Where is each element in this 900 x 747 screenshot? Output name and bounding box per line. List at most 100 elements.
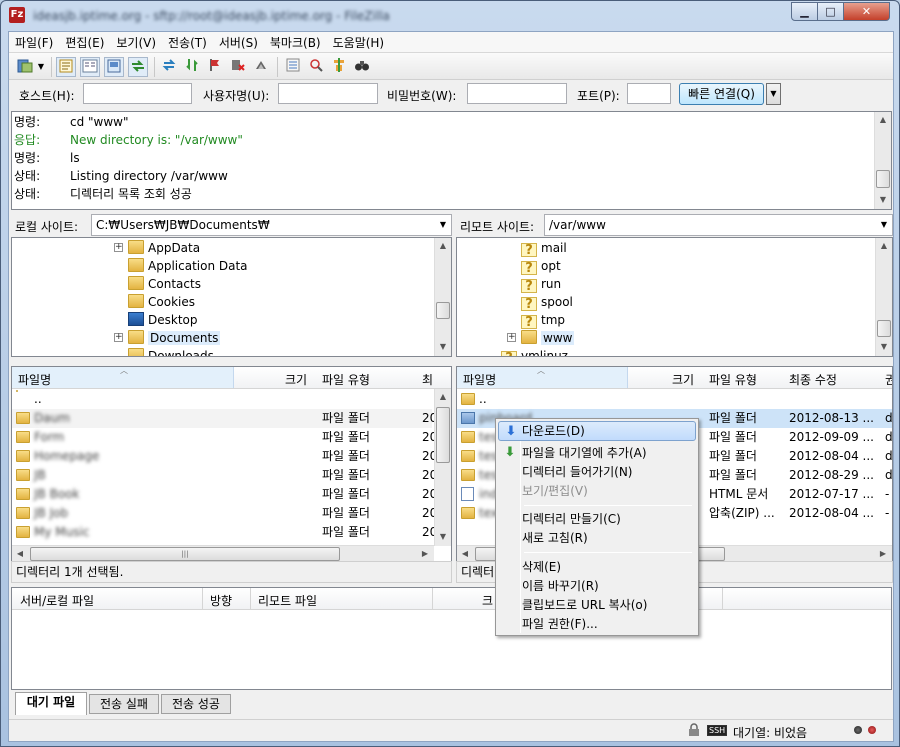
tab-queued-files[interactable]: 대기 파일 (15, 692, 87, 715)
expand-icon[interactable]: + (507, 333, 516, 342)
password-input[interactable] (467, 83, 567, 104)
directory-listing-filter-icon[interactable] (283, 57, 303, 77)
file-row[interactable]: .. (457, 390, 892, 409)
tab-failed-transfers[interactable]: 전송 실패 (89, 694, 159, 714)
scroll-left-icon[interactable]: ◀ (457, 546, 473, 561)
scroll-down-icon[interactable]: ▼ (876, 339, 892, 355)
port-input[interactable] (627, 83, 671, 104)
scroll-left-icon[interactable]: ◀ (12, 546, 28, 561)
scroll-thumb[interactable] (436, 302, 450, 319)
menu-item-copy-url[interactable]: 클립보드로 URL 복사(o) (498, 595, 696, 615)
scroll-up-icon[interactable]: ▲ (875, 112, 891, 128)
menu-item-delete[interactable]: 삭제(E) (498, 557, 696, 577)
tree-item[interactable]: + www (507, 329, 575, 347)
menu-item-create-directory[interactable]: 디렉터리 만들기(C) (498, 509, 696, 529)
scroll-down-icon[interactable]: ▼ (875, 192, 891, 208)
menu-item-download[interactable]: ⬇ 다운로드(D) (498, 421, 696, 441)
scroll-down-icon[interactable]: ▼ (435, 339, 451, 355)
tree-item[interactable]: ? tmp (521, 311, 565, 330)
menu-bookmarks[interactable]: 북마크(B) (264, 32, 327, 53)
file-row[interactable]: My Music 파일 폴더 20 (12, 523, 437, 542)
site-manager-dropdown-icon[interactable]: ▼ (35, 57, 47, 77)
column-size[interactable]: 크기 (285, 371, 307, 388)
column-server-local-file[interactable]: 서버/로컬 파일 (20, 592, 94, 609)
file-row[interactable]: JB 파일 폴더 20 (12, 466, 437, 485)
transfer-queue-toggle-icon[interactable] (128, 57, 148, 77)
scroll-thumb[interactable] (877, 320, 891, 337)
tree-item[interactable]: Contacts (128, 275, 201, 293)
tree-item[interactable]: Cookies (128, 293, 195, 311)
local-path-dropdown-icon[interactable]: ▼ (435, 215, 451, 235)
scroll-right-icon[interactable]: ▶ (875, 546, 891, 561)
maximize-button[interactable]: □ (817, 2, 844, 21)
host-input[interactable] (83, 83, 192, 104)
scroll-right-icon[interactable]: ▶ (417, 546, 433, 561)
remote-tree-scrollbar[interactable]: ▲ ▼ (875, 238, 892, 356)
quickconnect-button[interactable]: 빠른 연결(Q) (679, 83, 764, 105)
expand-icon[interactable]: + (114, 333, 123, 342)
tree-item[interactable]: Downloads (128, 347, 214, 356)
scroll-up-icon[interactable]: ▲ (435, 238, 451, 254)
tree-item[interactable]: ? vmlinuz (501, 347, 568, 356)
quickconnect-dropdown[interactable]: ▼ (766, 83, 781, 105)
local-list-vscrollbar[interactable]: ▲ ▼ (434, 389, 451, 546)
scroll-up-icon[interactable]: ▲ (876, 238, 892, 254)
tree-item[interactable]: Desktop (128, 311, 198, 329)
file-row[interactable]: Form 파일 폴더 20 (12, 428, 437, 447)
menu-help[interactable]: 도움말(H) (327, 32, 391, 53)
scroll-thumb[interactable] (876, 170, 890, 188)
column-remote-file[interactable]: 리모트 파일 (258, 592, 317, 609)
tree-item[interactable]: ? spool (521, 293, 573, 312)
scroll-down-icon[interactable]: ▼ (435, 529, 451, 545)
stop-icon[interactable] (205, 57, 225, 77)
local-path-input[interactable]: C:₩Users₩JB₩Documents₩ (91, 214, 452, 236)
tree-item[interactable]: ? opt (521, 257, 561, 276)
file-row[interactable]: .. (12, 390, 432, 409)
column-size[interactable]: 크기 (672, 371, 694, 388)
menu-view[interactable]: 보기(V) (110, 32, 162, 53)
tree-item[interactable]: ? run (521, 275, 561, 294)
tab-successful-transfers[interactable]: 전송 성공 (161, 694, 231, 714)
scroll-thumb[interactable] (436, 407, 450, 463)
menu-file[interactable]: 파일(F) (9, 32, 59, 53)
menu-item-refresh[interactable]: 새로 고침(R) (498, 528, 696, 548)
column-permissions[interactable]: 권 (885, 371, 892, 388)
disconnect-icon[interactable] (228, 57, 248, 77)
scroll-up-icon[interactable]: ▲ (435, 389, 451, 405)
reconnect-icon[interactable] (251, 57, 271, 77)
file-row[interactable]: JB Job 파일 폴더 20 (12, 504, 437, 523)
local-tree-toggle-icon[interactable] (80, 57, 100, 77)
expand-icon[interactable]: + (114, 243, 123, 252)
site-manager-icon[interactable] (15, 57, 35, 77)
remote-tree-toggle-icon[interactable] (104, 57, 124, 77)
close-button[interactable]: ✕ (843, 2, 890, 21)
column-filename[interactable]: 파일명 (463, 371, 496, 388)
file-row[interactable]: JB Book 파일 폴더 20 (12, 485, 437, 504)
menu-edit[interactable]: 편집(E) (59, 32, 110, 53)
file-row[interactable]: Daum 파일 폴더 20 (12, 409, 437, 428)
process-queue-icon[interactable] (182, 57, 202, 77)
log-scrollbar[interactable]: ▲ ▼ (874, 112, 891, 209)
compare-directories-icon[interactable] (329, 57, 349, 77)
sync-browsing-icon[interactable] (306, 57, 326, 77)
column-filetype[interactable]: 파일 유형 (709, 371, 757, 388)
column-modified[interactable]: 최 (422, 371, 433, 388)
menu-server[interactable]: 서버(S) (213, 32, 264, 53)
menu-transfer[interactable]: 전송(T) (162, 32, 213, 53)
column-filetype[interactable]: 파일 유형 (322, 371, 370, 388)
tree-item[interactable]: Application Data (128, 257, 248, 275)
menu-item-rename[interactable]: 이름 바꾸기(R) (498, 576, 696, 596)
menu-item-file-permissions[interactable]: 파일 권한(F)... (498, 614, 696, 634)
title-bar[interactable]: Fz ideasjb.iptime.org - sftp://root@idea… (1, 1, 899, 31)
column-modified[interactable]: 최종 수정 (789, 371, 837, 388)
tree-item[interactable]: + AppData (114, 239, 200, 257)
menu-item-add-to-queue[interactable]: ⬇ 파일을 대기열에 추가(A) (498, 443, 696, 463)
file-row[interactable]: Homepage 파일 폴더 20 (12, 447, 437, 466)
username-input[interactable] (278, 83, 378, 104)
search-files-icon[interactable] (352, 57, 372, 77)
menu-item-enter-directory[interactable]: 디렉터리 들어가기(N) (498, 462, 696, 482)
minimize-button[interactable]: ▁ (791, 2, 818, 21)
column-size[interactable]: 크 (482, 592, 493, 609)
column-filename[interactable]: 파일명 (18, 371, 51, 388)
remote-path-dropdown-icon[interactable]: ▼ (876, 215, 892, 235)
